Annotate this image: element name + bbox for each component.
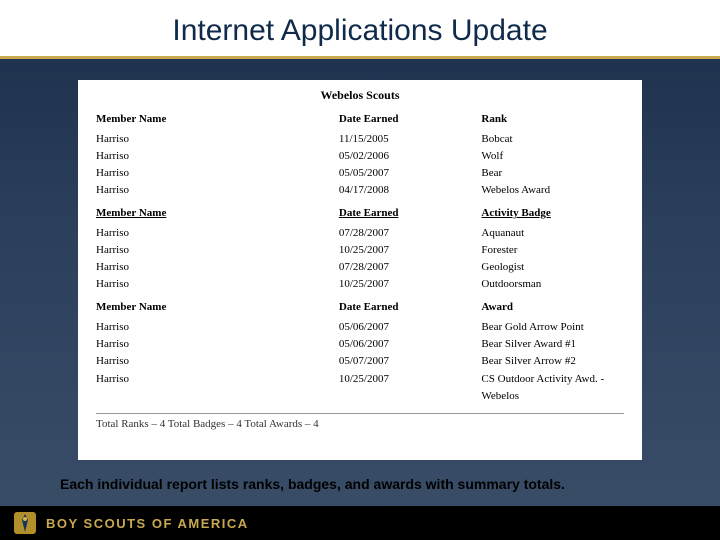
cell-date: 11/15/2005 (339, 131, 482, 148)
cell-member: Harriso (96, 371, 339, 405)
cell-value: Bear Gold Arrow Point (481, 319, 624, 336)
header-date-earned: Date Earned (339, 113, 482, 125)
section-rows: Harriso 07/28/2007 Aquanaut Harriso 10/2… (96, 225, 624, 293)
cell-member: Harriso (96, 182, 339, 199)
cell-value: CS Outdoor Activity Awd. - Webelos (481, 371, 624, 405)
cell-date: 07/28/2007 (339, 225, 482, 242)
cell-member: Harriso (96, 353, 339, 370)
report-section-awards: Member Name Date Earned Award Harriso 05… (96, 301, 624, 404)
section-rows: Harriso 11/15/2005 Bobcat Harriso 05/02/… (96, 131, 624, 199)
section-rows: Harriso 05/06/2007 Bear Gold Arrow Point… (96, 319, 624, 404)
table-row: Harriso 05/05/2007 Bear (96, 165, 624, 182)
cell-member: Harriso (96, 319, 339, 336)
header-member-name: Member Name (96, 113, 339, 125)
cell-date: 05/06/2007 (339, 336, 482, 353)
header-member-name: Member Name (96, 207, 339, 219)
cell-value: Bear Silver Award #1 (481, 336, 624, 353)
table-row: Harriso 10/25/2007 Forester (96, 242, 624, 259)
cell-date: 05/06/2007 (339, 319, 482, 336)
table-row: Harriso 05/06/2007 Bear Silver Award #1 (96, 336, 624, 353)
table-row: Harriso 07/28/2007 Aquanaut (96, 225, 624, 242)
cell-value: Geologist (481, 259, 624, 276)
totals-line: Total Ranks – 4 Total Badges – 4 Total A… (96, 413, 624, 430)
cell-member: Harriso (96, 165, 339, 182)
cell-date: 10/25/2007 (339, 242, 482, 259)
table-row: Harriso 07/28/2007 Geologist (96, 259, 624, 276)
cell-value: Bear (481, 165, 624, 182)
title-bar: Internet Applications Update (0, 0, 720, 59)
cell-member: Harriso (96, 148, 339, 165)
cell-value: Bobcat (481, 131, 624, 148)
table-row: Harriso 05/07/2007 Bear Silver Arrow #2 (96, 353, 624, 370)
cell-value: Forester (481, 242, 624, 259)
table-row: Harriso 05/02/2006 Wolf (96, 148, 624, 165)
header-member-name: Member Name (96, 301, 339, 313)
report-panel-title: Webelos Scouts (96, 88, 624, 103)
cell-member: Harriso (96, 276, 339, 293)
cell-date: 05/05/2007 (339, 165, 482, 182)
slide-caption: Each individual report lists ranks, badg… (60, 476, 660, 492)
cell-member: Harriso (96, 336, 339, 353)
page-title: Internet Applications Update (0, 14, 720, 48)
cell-member: Harriso (96, 225, 339, 242)
table-row: Harriso 05/06/2007 Bear Gold Arrow Point (96, 319, 624, 336)
table-row: Harriso 04/17/2008 Webelos Award (96, 182, 624, 199)
cell-value: Outdoorsman (481, 276, 624, 293)
table-row: Harriso 10/25/2007 Outdoorsman (96, 276, 624, 293)
section-header-row: Member Name Date Earned Activity Badge (96, 207, 624, 219)
cell-date: 10/25/2007 (339, 371, 482, 405)
report-section-ranks: Member Name Date Earned Rank Harriso 11/… (96, 113, 624, 199)
cell-member: Harriso (96, 131, 339, 148)
slide: Internet Applications Update Webelos Sco… (0, 0, 720, 540)
cell-value: Aquanaut (481, 225, 624, 242)
header-activity-badge: Activity Badge (481, 207, 624, 219)
table-row: Harriso 10/25/2007 CS Outdoor Activity A… (96, 371, 624, 405)
header-rank: Rank (481, 113, 624, 125)
cell-value: Wolf (481, 148, 624, 165)
cell-date: 04/17/2008 (339, 182, 482, 199)
cell-value: Bear Silver Arrow #2 (481, 353, 624, 370)
footer-brand-text: BOY SCOUTS OF AMERICA (46, 516, 249, 531)
cell-date: 05/07/2007 (339, 353, 482, 370)
header-date-earned: Date Earned (339, 301, 482, 313)
header-date-earned: Date Earned (339, 207, 482, 219)
report-section-badges: Member Name Date Earned Activity Badge H… (96, 207, 624, 293)
cell-date: 05/02/2006 (339, 148, 482, 165)
header-award: Award (481, 301, 624, 313)
table-row: Harriso 11/15/2005 Bobcat (96, 131, 624, 148)
cell-member: Harriso (96, 242, 339, 259)
section-header-row: Member Name Date Earned Rank (96, 113, 624, 125)
cell-value: Webelos Award (481, 182, 624, 199)
footer: BOY SCOUTS OF AMERICA (0, 506, 720, 540)
report-panel: Webelos Scouts Member Name Date Earned R… (78, 80, 642, 460)
bsa-logo-icon (14, 512, 36, 534)
section-header-row: Member Name Date Earned Award (96, 301, 624, 313)
cell-date: 10/25/2007 (339, 276, 482, 293)
cell-member: Harriso (96, 259, 339, 276)
cell-date: 07/28/2007 (339, 259, 482, 276)
